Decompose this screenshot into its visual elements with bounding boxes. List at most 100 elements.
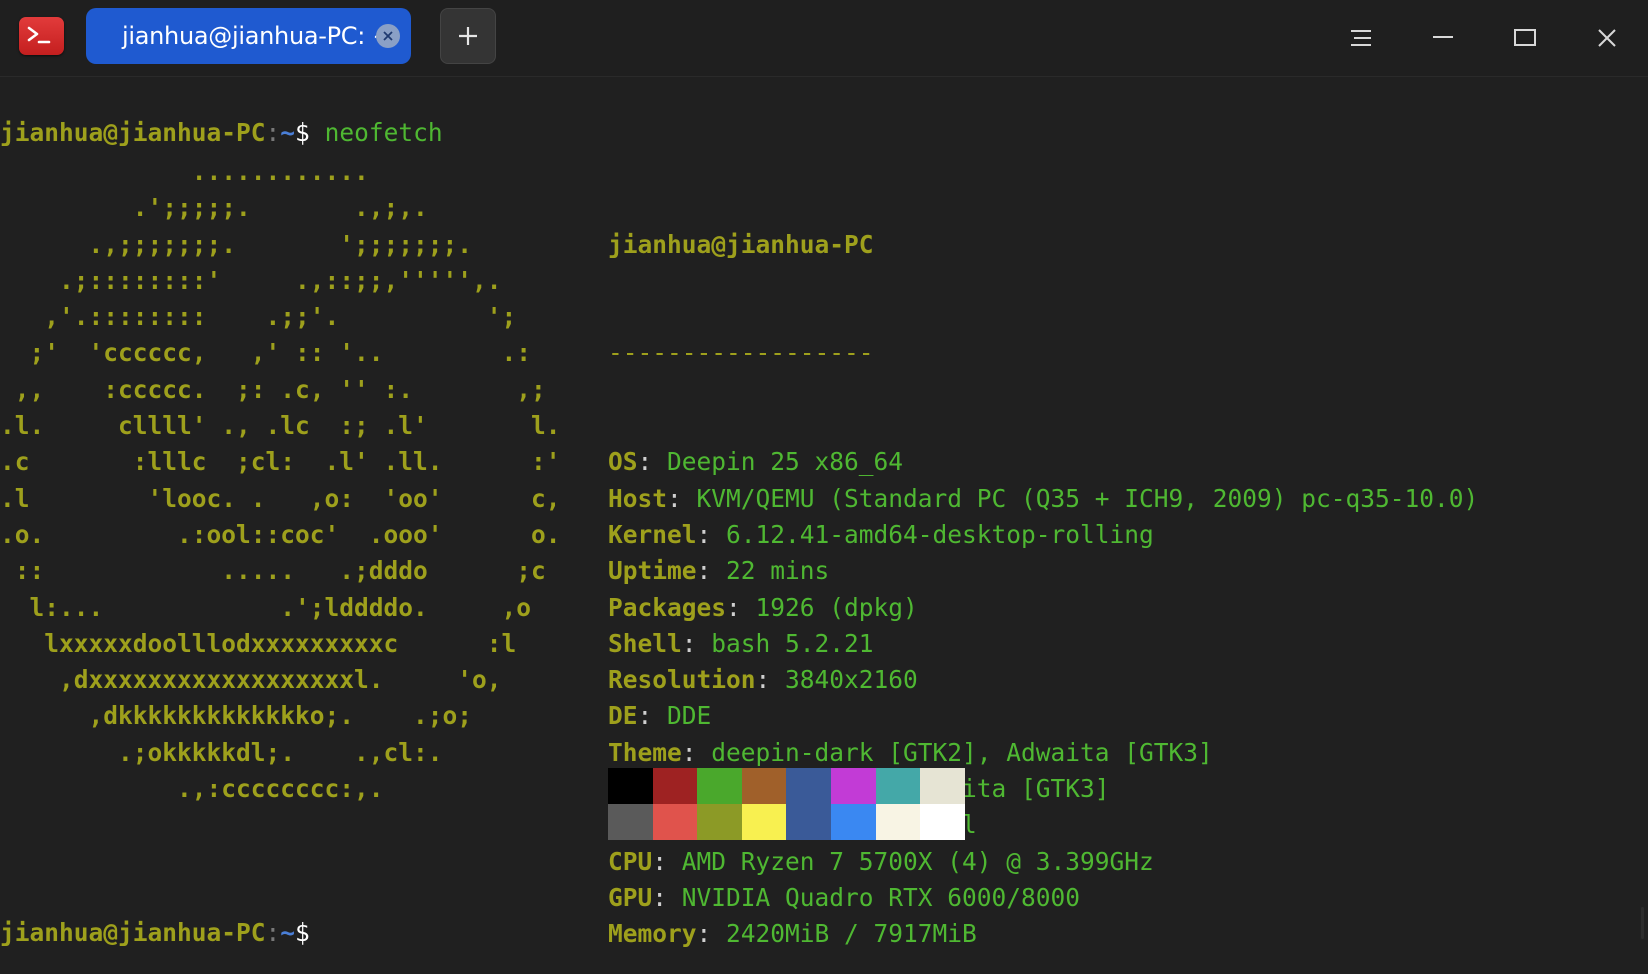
- prompt-line: jianhua@jianhua-PC:~$ neofetch: [0, 115, 443, 151]
- info-value: NVIDIA Quadro RTX 6000/8000: [681, 882, 1081, 912]
- info-colon: :: [681, 737, 712, 767]
- minimize-button[interactable]: [1419, 14, 1467, 62]
- info-colon: :: [652, 846, 682, 876]
- ascii-line: ,dkkkkkkkkkkkkko;. .;o;: [0, 701, 473, 731]
- plus-icon: [459, 27, 477, 45]
- tab-terminal[interactable]: jianhua@jianhua-PC: ~: [86, 8, 411, 64]
- info-colon: :: [755, 665, 786, 695]
- ascii-line: .;okkkkkdl;. .,cl:.: [0, 737, 443, 767]
- info-key: Host: [608, 483, 668, 513]
- info-row: Host: KVM/QEMU (Standard PC (Q35 + ICH9,…: [608, 481, 1478, 517]
- prompt-separator: :: [265, 118, 281, 147]
- color-swatch: [920, 768, 965, 804]
- prompt-line-current[interactable]: jianhua@jianhua-PC:~$: [0, 915, 310, 951]
- system-info: jianhua@jianhua-PC ------------------ OS…: [608, 154, 1478, 949]
- ascii-line: .,;;;;;;;. ';;;;;;;.: [0, 229, 473, 259]
- ascii-line: .l 'looc. . ,o: 'oo' c,: [0, 483, 561, 513]
- info-key: Kernel: [608, 519, 697, 549]
- info-row: GPU: NVIDIA Quadro RTX 6000/8000: [608, 880, 1478, 916]
- info-colon: :: [681, 628, 712, 658]
- maximize-button[interactable]: [1501, 14, 1549, 62]
- info-colon: :: [652, 882, 682, 912]
- info-row: Memory: 2420MiB / 7917MiB: [608, 916, 1478, 952]
- info-colon: :: [696, 519, 727, 549]
- terminal-app-icon[interactable]: [19, 17, 64, 55]
- close-icon: [1598, 29, 1616, 47]
- info-key: DE: [608, 701, 638, 731]
- color-swatch: [652, 804, 698, 840]
- menu-icon: [1351, 30, 1371, 46]
- info-value: 22 mins: [726, 556, 830, 586]
- prompt-path: ~: [280, 918, 296, 947]
- ascii-line: ,'.:::::::: .;;'. ';: [0, 302, 517, 332]
- close-icon[interactable]: [376, 24, 400, 48]
- info-key: GPU: [608, 882, 653, 912]
- info-key: Memory: [608, 919, 697, 949]
- info-colon: :: [637, 701, 668, 731]
- prompt-separator: :: [265, 918, 281, 947]
- prompt-dollar: $: [295, 918, 310, 947]
- info-value: 2420MiB / 7917MiB: [726, 919, 977, 949]
- info-colon: :: [726, 592, 756, 622]
- ascii-line: .l. cllll' ., .lc :; .l' l.: [0, 411, 561, 441]
- terminal-area[interactable]: jianhua@jianhua-PC:~$ neofetch .........…: [0, 77, 1648, 974]
- color-swatch: [786, 768, 831, 804]
- ascii-line: .,:cccccccc:,.: [0, 774, 384, 804]
- command-text: neofetch: [324, 118, 443, 147]
- distro-logo-ascii: ............ .';;;;;. .,;,. .,;;;;;;;. '…: [0, 154, 561, 807]
- ascii-line: ............: [0, 157, 369, 186]
- info-key: Theme: [608, 737, 682, 767]
- info-key: Uptime: [608, 556, 697, 586]
- ascii-line: .o. .:ool::coc' .ooo' o.: [0, 519, 561, 549]
- new-tab-button[interactable]: [440, 8, 496, 64]
- info-value: DDE: [667, 701, 712, 731]
- info-colon: :: [637, 447, 668, 477]
- info-key: CPU: [608, 846, 653, 876]
- info-title: jianhua@jianhua-PC: [608, 229, 874, 259]
- color-swatch: [875, 804, 921, 840]
- color-swatch: [831, 804, 876, 840]
- info-value: bash 5.2.21: [711, 628, 874, 658]
- info-divider: ------------------: [608, 338, 874, 368]
- info-row: Theme: deepin-dark [GTK2], Adwaita [GTK3…: [608, 735, 1478, 771]
- ascii-line: .;::::::::' .,::;;,''''',.: [0, 265, 502, 295]
- info-value: Deepin 25 x86_64: [667, 447, 904, 477]
- info-colon: :: [696, 556, 727, 586]
- info-row: OS: Deepin 25 x86_64: [608, 444, 1478, 480]
- color-swatch: [608, 768, 653, 804]
- color-swatch: [741, 804, 787, 840]
- info-value: 3840x2160: [785, 665, 918, 695]
- info-value: KVM/QEMU (Standard PC (Q35 + ICH9, 2009)…: [696, 483, 1479, 513]
- info-key: Resolution: [608, 665, 756, 695]
- color-swatch: [920, 804, 965, 840]
- prompt-user: jianhua@jianhua-PC: [0, 118, 266, 147]
- close-window-button[interactable]: [1583, 14, 1631, 62]
- info-key: Packages: [608, 592, 727, 622]
- ascii-line: .c :lllc ;cl: .l' .ll. :': [0, 447, 561, 477]
- ascii-line: l:... .';lddddo. ,o: [0, 592, 532, 622]
- tab-label: jianhua@jianhua-PC: ~: [122, 22, 393, 50]
- color-swatch: [697, 768, 742, 804]
- prompt-user: jianhua@jianhua-PC: [0, 918, 266, 947]
- info-row: Packages: 1926 (dpkg): [608, 590, 1478, 626]
- menu-button[interactable]: [1337, 14, 1385, 62]
- title-bar: jianhua@jianhua-PC: ~: [0, 0, 1648, 77]
- ascii-line: .';;;;;. .,;,.: [0, 193, 428, 223]
- color-swatch: [831, 768, 876, 804]
- info-colon: :: [696, 919, 727, 949]
- scrollbar[interactable]: [1641, 907, 1644, 939]
- info-row: CPU: AMD Ryzen 7 5700X (4) @ 3.399GHz: [608, 844, 1478, 880]
- maximize-icon: [1514, 29, 1536, 46]
- color-swatch: [652, 768, 698, 804]
- info-row: DE: DDE: [608, 698, 1478, 734]
- info-key: Shell: [608, 628, 682, 658]
- prompt-path: ~: [280, 118, 296, 147]
- minimize-icon: [1433, 36, 1453, 38]
- info-key: OS: [608, 447, 638, 477]
- color-swatch: [786, 804, 831, 840]
- ascii-line: :: ..... .;dddo ;c: [0, 556, 546, 586]
- color-swatch: [741, 768, 787, 804]
- ascii-line: ,dxxxxxxxxxxxxxxxxxxl. 'o,: [0, 665, 502, 695]
- color-palette: [608, 768, 965, 840]
- color-swatch: [875, 768, 921, 804]
